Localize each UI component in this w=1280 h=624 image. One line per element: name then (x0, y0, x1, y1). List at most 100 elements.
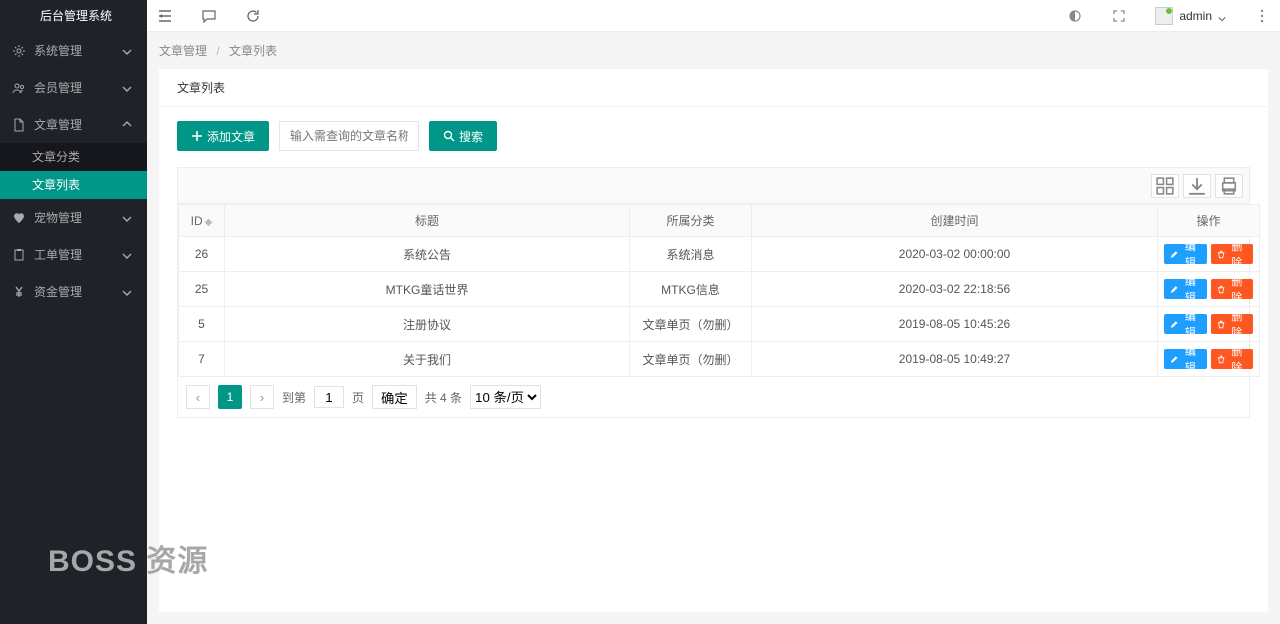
sidebar-item[interactable]: 资金管理 (0, 273, 147, 310)
sort-icon: ◆ (205, 217, 213, 228)
users-icon (12, 81, 26, 95)
delete-button[interactable]: 删除 (1211, 244, 1254, 264)
page-prev-button[interactable]: ‹ (186, 385, 210, 409)
cell-op: 编辑 删除 (1158, 237, 1260, 272)
table-row: 7 关于我们 文章单页（勿删） 2019-08-05 10:49:27 编辑 删… (179, 342, 1260, 377)
edit-button[interactable]: 编辑 (1164, 244, 1207, 264)
cell-id: 7 (179, 342, 225, 377)
avatar-icon (1155, 7, 1173, 25)
chevron-down-icon (1218, 12, 1226, 20)
chevron-down-icon (122, 250, 132, 260)
edit-button[interactable]: 编辑 (1164, 349, 1207, 369)
pencil-icon (1170, 285, 1178, 294)
add-article-button[interactable]: 添加文章 (177, 121, 269, 151)
cell-title: 关于我们 (225, 342, 630, 377)
menu-toggle-icon[interactable] (157, 8, 173, 24)
page-goto-input[interactable] (314, 386, 344, 408)
page-size-select[interactable]: 10 条/页 (470, 385, 541, 409)
sidebar-subitem[interactable]: 文章分类 (0, 143, 147, 171)
cell-title: 系统公告 (225, 237, 630, 272)
pencil-icon (1170, 250, 1178, 259)
cell-id: 26 (179, 237, 225, 272)
cell-category: 系统消息 (630, 237, 752, 272)
chevron-down-icon (122, 213, 132, 223)
print-icon[interactable] (1215, 174, 1243, 198)
clipboard-icon (12, 248, 26, 262)
table-row: 5 注册协议 文章单页（勿删） 2019-08-05 10:45:26 编辑 删… (179, 307, 1260, 342)
chevron-down-icon (122, 120, 132, 130)
sidebar-subitem[interactable]: 文章列表 (0, 171, 147, 199)
theme-icon[interactable] (1067, 8, 1083, 24)
table-wrapper: ID◆ 标题 所属分类 创建时间 操作 26 系统公告 系统消息 2020-03… (177, 167, 1250, 418)
sidebar-item-label: 宠物管理 (34, 209, 82, 226)
edit-button[interactable]: 编辑 (1164, 279, 1207, 299)
breadcrumb-a[interactable]: 文章管理 (159, 44, 207, 58)
trash-icon (1217, 355, 1225, 364)
columns-icon[interactable] (1151, 174, 1179, 198)
breadcrumb-b: 文章列表 (229, 44, 277, 58)
cell-op: 编辑 删除 (1158, 307, 1260, 342)
sidebar-item-label: 资金管理 (34, 283, 82, 300)
edit-button[interactable]: 编辑 (1164, 314, 1207, 334)
yen-icon (12, 285, 26, 299)
refresh-icon[interactable] (245, 8, 261, 24)
more-icon[interactable] (1254, 8, 1270, 24)
content-panel: 文章列表 添加文章 搜索 (159, 69, 1268, 612)
plus-icon (191, 130, 203, 142)
chevron-down-icon (122, 287, 132, 297)
sidebar-item[interactable]: 文章管理 (0, 106, 147, 143)
cell-time: 2019-08-05 10:49:27 (752, 342, 1158, 377)
table-tools (178, 168, 1249, 204)
page-total: 共 4 条 (425, 389, 462, 406)
cell-category: MTKG信息 (630, 272, 752, 307)
col-id[interactable]: ID◆ (179, 205, 225, 237)
cell-category: 文章单页（勿删） (630, 307, 752, 342)
cell-time: 2019-08-05 10:45:26 (752, 307, 1158, 342)
sidebar-item[interactable]: 会员管理 (0, 69, 147, 106)
cell-op: 编辑 删除 (1158, 272, 1260, 307)
breadcrumb: 文章管理 / 文章列表 (147, 32, 1280, 69)
sidebar-item[interactable]: 工单管理 (0, 236, 147, 273)
table-row: 25 MTKG童话世界 MTKG信息 2020-03-02 22:18:56 编… (179, 272, 1260, 307)
cell-op: 编辑 删除 (1158, 342, 1260, 377)
sidebar-item[interactable]: 宠物管理 (0, 199, 147, 236)
sidebar-item-label: 工单管理 (34, 246, 82, 263)
sidebar-item-label: 文章管理 (34, 116, 82, 133)
user-menu[interactable]: admin (1155, 7, 1226, 25)
gear-icon (12, 44, 26, 58)
page-next-button[interactable]: › (250, 385, 274, 409)
sidebar-menu: 系统管理会员管理文章管理文章分类文章列表宠物管理工单管理资金管理 (0, 32, 147, 624)
chat-icon[interactable] (201, 8, 217, 24)
sidebar-item[interactable]: 系统管理 (0, 32, 147, 69)
chevron-down-icon (122, 83, 132, 93)
col-time: 创建时间 (752, 205, 1158, 237)
trash-icon (1217, 285, 1225, 294)
page-confirm-button[interactable]: 确定 (372, 385, 417, 409)
sidebar: 后台管理系统 系统管理会员管理文章管理文章分类文章列表宠物管理工单管理资金管理 (0, 0, 147, 624)
file-icon (12, 118, 26, 132)
pencil-icon (1170, 320, 1178, 329)
page-number[interactable]: 1 (218, 385, 242, 409)
search-button[interactable]: 搜索 (429, 121, 497, 151)
pagination: ‹ 1 › 到第 页 确定 共 4 条 10 条/页 (178, 377, 1249, 417)
cell-category: 文章单页（勿删） (630, 342, 752, 377)
fullscreen-icon[interactable] (1111, 8, 1127, 24)
trash-icon (1217, 320, 1225, 329)
app-title: 后台管理系统 (0, 0, 147, 32)
delete-button[interactable]: 删除 (1211, 349, 1254, 369)
cell-title: 注册协议 (225, 307, 630, 342)
chevron-down-icon (122, 46, 132, 56)
col-title: 标题 (225, 205, 630, 237)
search-input[interactable] (279, 121, 419, 151)
panel-title: 文章列表 (159, 69, 1268, 107)
cell-id: 5 (179, 307, 225, 342)
delete-button[interactable]: 删除 (1211, 279, 1254, 299)
cell-title: MTKG童话世界 (225, 272, 630, 307)
trash-icon (1217, 250, 1225, 259)
delete-button[interactable]: 删除 (1211, 314, 1254, 334)
cell-id: 25 (179, 272, 225, 307)
col-category: 所属分类 (630, 205, 752, 237)
topbar: admin (147, 0, 1280, 32)
export-icon[interactable] (1183, 174, 1211, 198)
heart-icon (12, 211, 26, 225)
